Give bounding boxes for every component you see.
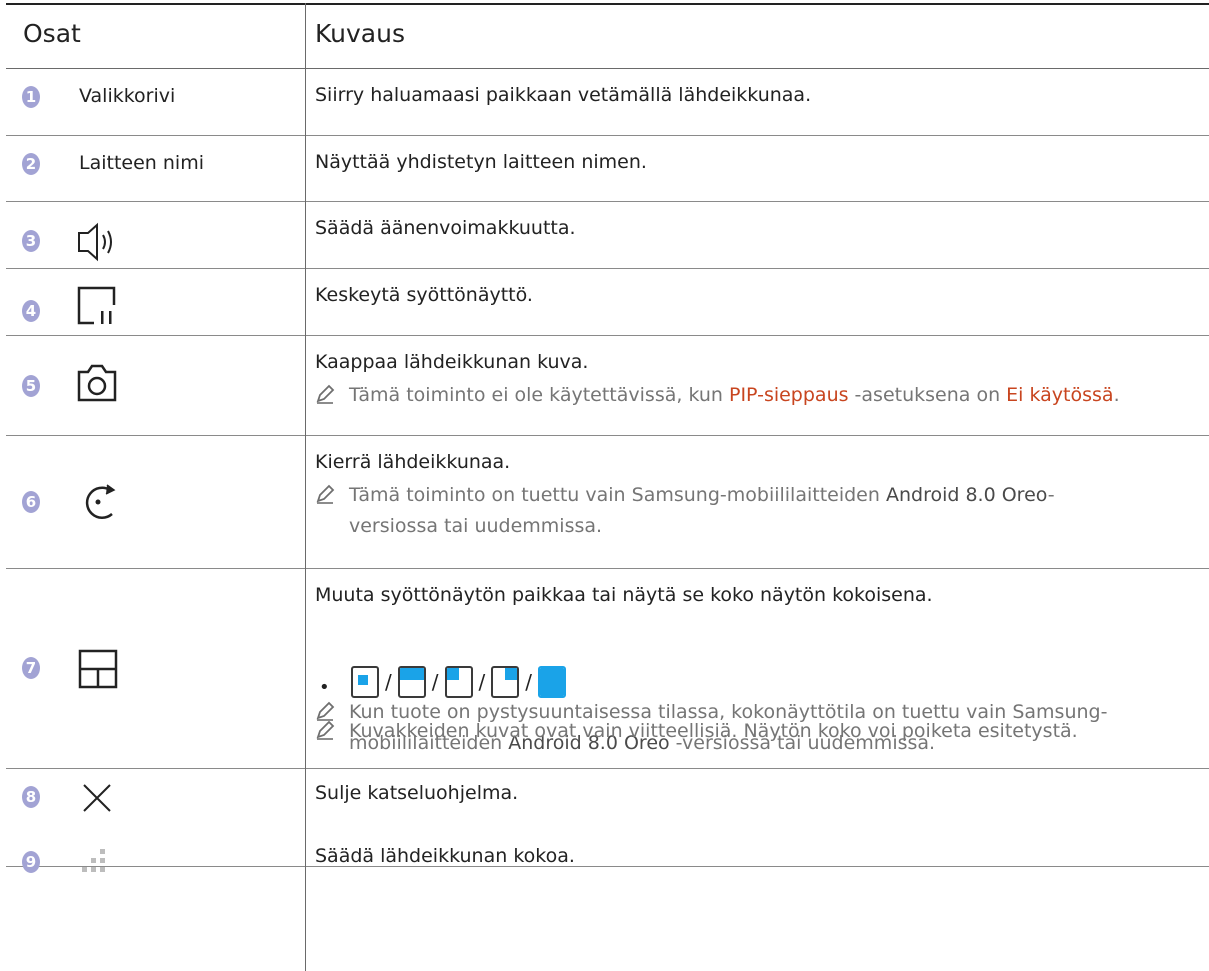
close-icon	[83, 784, 111, 812]
row-number-badge: 1	[22, 86, 40, 108]
note-pencil-icon	[316, 384, 335, 404]
row-note: Kuvakkeiden kuvat ovat vain viitteellisi…	[315, 716, 1195, 747]
pause-screen-icon	[77, 286, 116, 325]
layout-center-icon	[351, 666, 379, 698]
resize-handle-icon	[82, 849, 105, 872]
row-number-badge: 5	[22, 375, 40, 397]
table-row: 3 Säädä äänenvoimakkuutta.	[6, 202, 1209, 269]
row-number-badge: 7	[22, 657, 40, 679]
row-description: Keskeytä syöttönäyttö.	[315, 284, 533, 306]
layout-icon	[78, 649, 118, 689]
row-description: Kierrä lähdeikkunaa.	[315, 451, 511, 473]
row-number-badge: 6	[22, 491, 40, 513]
table-row: 2 Laitteen nimi Näyttää yhdistetyn laitt…	[6, 136, 1209, 202]
note-pencil-icon	[316, 484, 335, 504]
row-description: Säädä lähdeikkunan kokoa.	[315, 845, 575, 867]
layout-options: / / / /	[351, 666, 566, 698]
table-row: 1 Valikkorivi Siirry haluamaasi paikkaan…	[6, 69, 1209, 136]
ei-kaytossa-term: Ei käytössä	[1006, 384, 1114, 406]
row-note: Tämä toiminto ei ole käytettävissä, kun …	[315, 380, 1195, 411]
header-kuvaus: Kuvaus	[315, 19, 405, 48]
row-description: Säädä äänenvoimakkuutta.	[315, 217, 576, 239]
row-description: Siirry haluamaasi paikkaan vetämällä läh…	[315, 84, 812, 106]
part-name-valikkorivi: Valikkorivi	[79, 85, 176, 107]
row-description: Muuta syöttönäytön paikkaa tai näytä se …	[315, 584, 933, 606]
table-row: 5 Kaappaa lähdeikkunan kuva. Tämä toimin…	[6, 336, 1209, 436]
column-divider	[305, 3, 306, 971]
note-pencil-icon	[316, 720, 335, 740]
rotate-icon	[85, 484, 116, 519]
table-row: 4 Keskeytä syöttönäyttö.	[6, 269, 1209, 336]
table-header: Osat Kuvaus	[6, 3, 1209, 69]
row-number-badge: 4	[22, 300, 40, 322]
row-number-badge: 3	[22, 230, 40, 252]
table-row: 9 Säädä lähdeikkunan kokoa.	[6, 833, 1209, 971]
row-number-badge: 9	[22, 851, 40, 873]
header-osat: Osat	[23, 19, 81, 48]
row-description: Kaappaa lähdeikkunan kuva.	[315, 351, 589, 373]
layout-top-icon	[397, 666, 426, 698]
row-description: Sulje katseluohjelma.	[315, 782, 519, 804]
row-note: Tämä toiminto on tuettu vain Samsung-mob…	[315, 480, 1195, 542]
layout-top-right-icon	[491, 666, 520, 698]
row-number-badge: 8	[22, 786, 40, 808]
layout-full-icon	[538, 666, 566, 698]
row-number-badge: 2	[22, 153, 40, 175]
part-name-laitteen-nimi: Laitteen nimi	[79, 152, 204, 174]
pip-sieppaus-term: PIP-sieppaus	[728, 384, 849, 406]
row-description: Näyttää yhdistetyn laitteen nimen.	[315, 151, 647, 173]
layout-bullet: •	[319, 677, 330, 698]
table-row: 6 Kierrä lähdeikkunaa. Tämä toiminto on …	[6, 436, 1209, 569]
layout-top-left-icon	[444, 666, 473, 698]
camera-capture-icon	[77, 364, 117, 402]
speaker-volume-icon	[78, 222, 112, 262]
